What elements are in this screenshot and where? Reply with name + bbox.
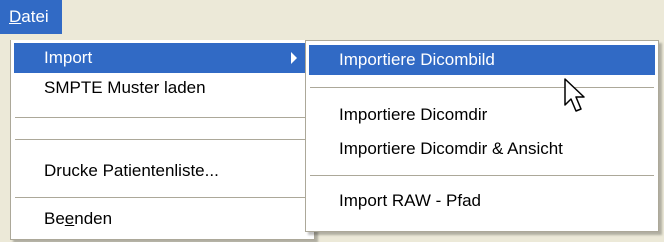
submenu-item-label: Importiere Dicomdir — [339, 105, 488, 124]
menu-item-smpte-muster-laden[interactable]: SMPTE Muster laden — [14, 73, 311, 103]
menu-item-smpte-label: SMPTE Muster laden — [44, 78, 206, 97]
beenden-mnemonic: e — [64, 209, 75, 228]
mouse-pointer-icon — [564, 78, 585, 112]
beenden-before: Be — [44, 209, 65, 228]
menu-item-importiere-dicomdir-ansicht[interactable]: Importiere Dicomdir & Ansicht — [309, 134, 655, 164]
submenu-item-label: Importiere Dicomdir & Ansicht — [339, 139, 563, 158]
import-submenu: Importiere Dicombild Importiere Dicomdir… — [305, 40, 659, 232]
datei-label: atei — [21, 7, 49, 26]
datei-mnemonic: D — [9, 7, 22, 26]
submenu-item-label: Import RAW - Pfad — [339, 191, 482, 210]
submenu-item-label: Importiere Dicombild — [339, 50, 495, 69]
menu-separator — [310, 87, 654, 88]
menu-separator — [15, 117, 310, 118]
datei-dropdown-menu: Import SMPTE Muster laden Drucke Patient… — [10, 40, 315, 240]
menu-item-import[interactable]: Import — [14, 43, 311, 73]
chevron-right-icon — [291, 52, 297, 64]
menu-item-drucke-patientenliste[interactable]: Drucke Patientenliste... — [14, 156, 311, 186]
menu-item-importiere-dicomdir[interactable]: Importiere Dicomdir — [309, 100, 655, 130]
menu-datei[interactable]: Datei — [0, 0, 62, 34]
menu-item-drucke-label: Drucke Patientenliste... — [44, 161, 219, 180]
menu-separator — [310, 175, 654, 176]
menu-separator — [15, 197, 310, 198]
menu-item-import-label: Import — [44, 48, 93, 67]
menu-item-import-raw-pfad[interactable]: Import RAW - Pfad — [309, 186, 655, 216]
menu-item-importiere-dicombild[interactable]: Importiere Dicombild — [309, 45, 655, 75]
menu-item-beenden[interactable]: Beenden — [14, 204, 311, 234]
menu-separator — [15, 139, 310, 140]
beenden-after: nden — [74, 209, 113, 228]
